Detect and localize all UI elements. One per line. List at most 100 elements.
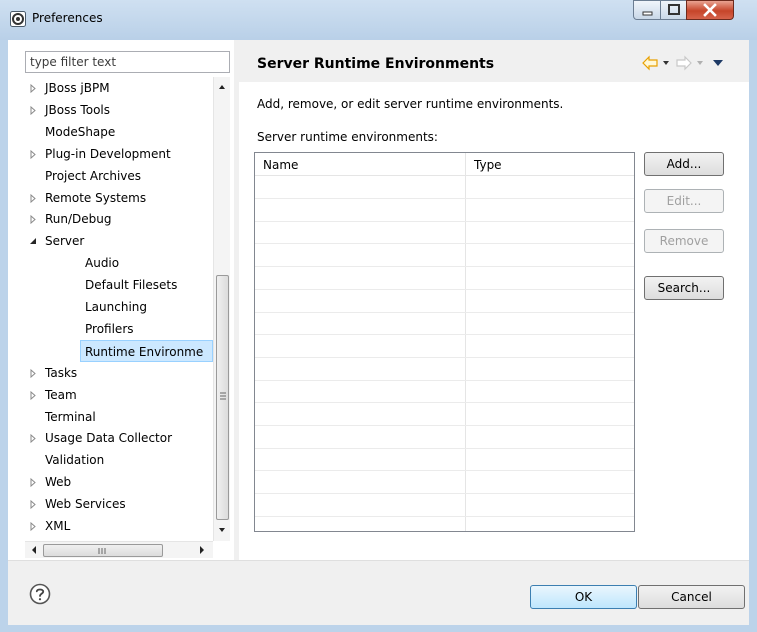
expanded-arrow-icon[interactable]: [27, 230, 39, 252]
dialog-footer: OK Cancel: [8, 560, 749, 625]
tree-item[interactable]: Launching: [25, 296, 213, 318]
forward-history-dropdown-icon[interactable]: [695, 55, 705, 71]
collapsed-arrow-icon[interactable]: [27, 143, 39, 165]
search-button[interactable]: Search...: [644, 276, 724, 300]
grip-icon: [220, 392, 226, 400]
tree-item[interactable]: Terminal: [25, 406, 213, 428]
table-row: [255, 288, 634, 290]
tree-item[interactable]: Audio: [25, 252, 213, 274]
back-arrow-icon[interactable]: [641, 55, 659, 71]
page-header: Server Runtime Environments: [239, 40, 749, 82]
cancel-button[interactable]: Cancel: [638, 585, 745, 609]
view-menu-icon[interactable]: [711, 55, 725, 71]
table-row: [255, 356, 634, 358]
add-button[interactable]: Add...: [644, 152, 724, 176]
tree-item[interactable]: Remote Systems: [25, 187, 213, 209]
remove-button: Remove: [644, 229, 724, 253]
tree-item[interactable]: Run/Debug: [25, 208, 213, 230]
tree-item-label: Usage Data Collector: [45, 431, 173, 446]
tree-item[interactable]: ModeShape: [25, 121, 213, 143]
horizontal-scroll-thumb[interactable]: [43, 544, 163, 557]
edit-button: Edit...: [644, 189, 724, 213]
dialog-body: JBoss jBPM JBoss Tools ModeShape Plug-in De…: [8, 40, 749, 625]
collapsed-arrow-icon[interactable]: [27, 493, 39, 515]
tree-item[interactable]: Project Archives: [25, 165, 213, 187]
scroll-left-icon[interactable]: [27, 542, 41, 558]
preference-page: Server Runtime Environments Add, remove,…: [239, 40, 749, 560]
tree-item-label: ModeShape: [45, 124, 116, 139]
minimize-button[interactable]: [633, 0, 661, 20]
table-row: [255, 198, 634, 199]
runtime-list-label: Server runtime environments:: [257, 130, 438, 144]
tree-item-label: Plug-in Development: [45, 146, 171, 161]
table-row: [255, 220, 634, 222]
tree-item[interactable]: JBoss Tools: [25, 99, 213, 121]
filter-input[interactable]: [25, 51, 230, 73]
tree-item[interactable]: Web: [25, 471, 213, 493]
tree-item-label: Tasks: [45, 365, 78, 380]
title-bar[interactable]: Preferences: [0, 0, 757, 40]
preferences-app-icon: [10, 11, 26, 27]
vertical-scroll-thumb[interactable]: [216, 275, 229, 520]
tree-item-label: XML: [45, 519, 71, 533]
tree-item-label: JBoss Tools: [45, 102, 110, 117]
minimize-icon: [642, 11, 653, 16]
table-row: [255, 311, 634, 313]
table-row: [255, 379, 634, 381]
runtime-environments-table[interactable]: Name Type: [254, 152, 635, 532]
collapsed-arrow-icon[interactable]: [27, 427, 39, 449]
collapsed-arrow-icon[interactable]: [27, 384, 39, 406]
scroll-down-icon[interactable]: [214, 523, 230, 537]
table-row: [255, 470, 634, 472]
table-row: [255, 266, 634, 268]
collapsed-arrow-icon[interactable]: [27, 208, 39, 230]
preferences-window: Preferences JBoss jBPM JBoss Tools ModeSha…: [0, 0, 757, 632]
collapsed-arrow-icon[interactable]: [27, 362, 39, 384]
tree-item[interactable]: Server: [25, 230, 213, 252]
scroll-up-icon[interactable]: [214, 80, 230, 94]
tree-item[interactable]: XML: [25, 515, 213, 537]
ok-button[interactable]: OK: [530, 585, 637, 609]
tree-item-label: Launching: [85, 300, 148, 314]
collapsed-arrow-icon[interactable]: [27, 77, 39, 99]
tree-item[interactable]: Runtime Environme: [80, 339, 213, 362]
tree-item-label: Audio: [85, 256, 120, 271]
tree-item[interactable]: Default Filesets: [25, 274, 213, 296]
collapsed-arrow-icon[interactable]: [27, 515, 39, 537]
tree-horizontal-scrollbar[interactable]: [25, 541, 213, 558]
tree-item[interactable]: Team: [25, 384, 213, 406]
maximize-button[interactable]: [660, 0, 687, 20]
table-row: [255, 447, 634, 449]
collapsed-arrow-icon[interactable]: [27, 99, 39, 121]
tree-item-label: Team: [45, 387, 77, 402]
table-row: [255, 402, 634, 404]
preference-tree: JBoss jBPM JBoss Tools ModeShape Plug-in De…: [25, 77, 213, 537]
tree-item[interactable]: Web Services: [25, 493, 213, 515]
tree-item-label: Default Filesets: [85, 278, 178, 293]
column-header-type[interactable]: Type: [466, 153, 634, 175]
tree-item[interactable]: Validation: [25, 449, 213, 471]
tree-item[interactable]: JBoss jBPM: [25, 77, 213, 99]
close-icon: [703, 3, 717, 17]
forward-arrow-icon[interactable]: [675, 55, 693, 71]
column-header-name[interactable]: Name: [255, 153, 465, 175]
tree-item-label: Project Archives: [45, 168, 142, 183]
tree-item[interactable]: Usage Data Collector: [25, 427, 213, 449]
table-row: [255, 243, 634, 245]
tree-item-label: Runtime Environme: [85, 344, 204, 359]
scroll-right-icon[interactable]: [195, 542, 209, 558]
tree-item[interactable]: Plug-in Development: [25, 143, 213, 165]
collapsed-arrow-icon[interactable]: [27, 187, 39, 209]
tree-item-label: Profilers: [85, 321, 134, 336]
close-button[interactable]: [686, 0, 734, 20]
tree-item[interactable]: Profilers: [25, 318, 213, 340]
back-history-dropdown-icon[interactable]: [661, 55, 671, 71]
tree-item-label: JBoss jBPM: [45, 81, 110, 95]
help-icon[interactable]: [29, 583, 51, 605]
tree-item-label: Terminal: [45, 409, 96, 424]
tree-item[interactable]: Tasks: [25, 362, 213, 384]
tree-item-label: Web Services: [45, 497, 126, 512]
tree-vertical-scrollbar[interactable]: [213, 77, 230, 541]
collapsed-arrow-icon[interactable]: [27, 471, 39, 493]
page-description: Add, remove, or edit server runtime envi…: [257, 97, 564, 111]
